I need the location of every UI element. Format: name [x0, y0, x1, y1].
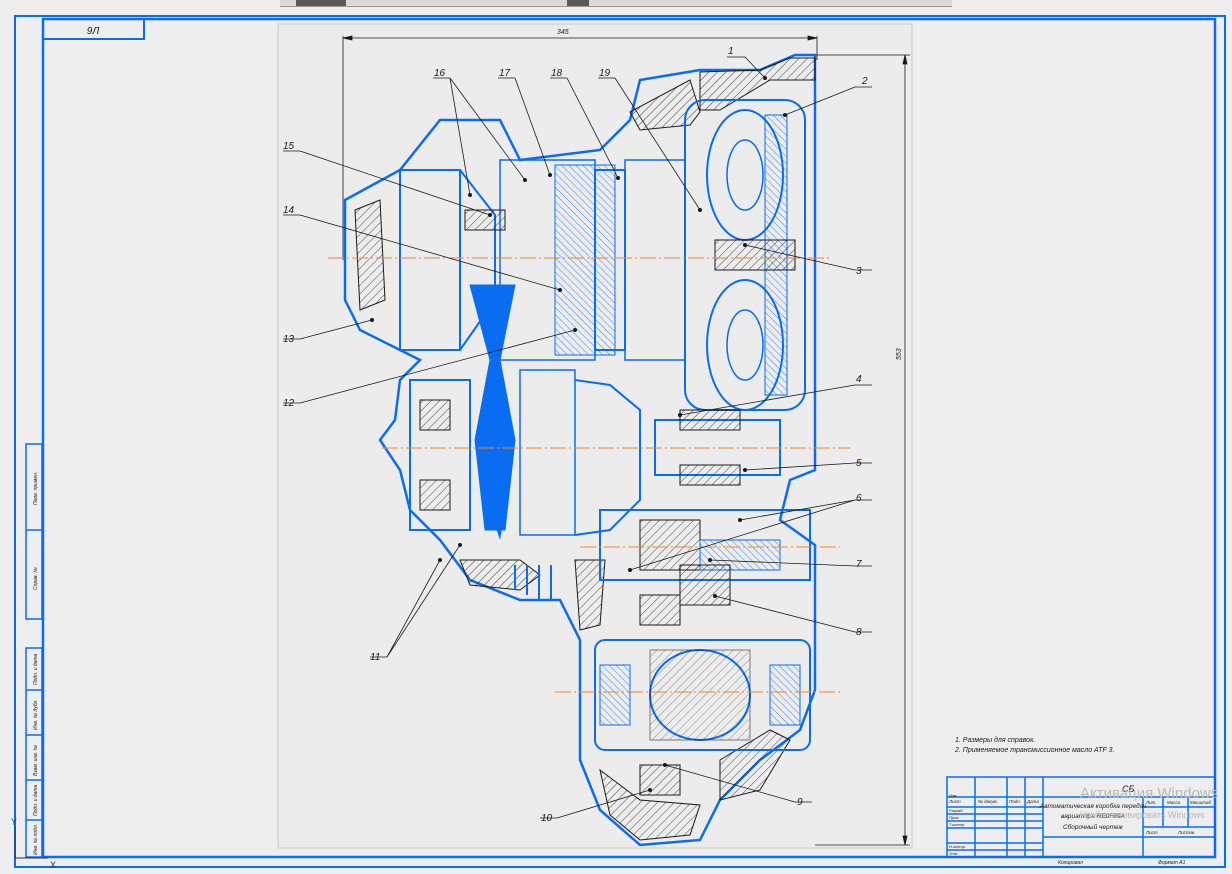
stamp-label-podp-data-1: Подп. и дата	[33, 653, 39, 685]
watermark-line-1: Активация Windows	[1080, 785, 1218, 802]
callout-19: 19	[599, 68, 611, 79]
note-1: 1. Размеры для справок.	[955, 736, 1035, 744]
dimension-width-text: 345	[557, 29, 569, 36]
note-2: 2. Применяемое трансмиссионное масло ATF…	[954, 747, 1114, 754]
callout-10: 10	[541, 813, 553, 824]
stamp-label-podp-data-2: Подп. и дата	[33, 784, 39, 816]
title-line-3: Сборочный чертеж	[1063, 823, 1124, 831]
axis-y-label: Y	[11, 817, 17, 827]
title-line-1: Автоматическая коробка передач	[1039, 802, 1147, 810]
axis-x-label: X	[50, 860, 56, 870]
callout-18: 18	[551, 68, 563, 79]
sheets-label: Листов	[1177, 830, 1195, 835]
watermark-line-2: Чтобы активировать Windows	[1080, 810, 1205, 820]
callout-8: 8	[856, 627, 862, 638]
stamp-label-inv-dubl: Инв. № дубл.	[33, 699, 39, 730]
stamp-label-vzam-inv: Взам. инв. №	[33, 744, 39, 776]
drawing-sheet: 9Л Перв. примен. Справ. № Подп. и дата И…	[11, 15, 1226, 870]
callout-4: 4	[856, 374, 862, 385]
callout-12: 12	[283, 398, 295, 409]
technical-notes: 1. Размеры для справок. 2. Применяемое т…	[954, 736, 1114, 754]
callout-3: 3	[856, 266, 862, 277]
col-list: Лист	[948, 799, 961, 804]
role-utv: Утв.	[949, 851, 958, 856]
copied-label: Копировал	[1058, 860, 1083, 866]
callout-16: 16	[434, 68, 446, 79]
role-razrab: Разраб.	[949, 808, 963, 813]
stamp-label-perv-primen: Перв. примен.	[33, 472, 39, 505]
left-stamp-labels: Перв. примен. Справ. № Подп. и дата Инв.…	[33, 472, 39, 855]
format-label: Формат A1	[1158, 860, 1186, 866]
callout-17: 17	[499, 68, 511, 79]
col-date: Дата	[1026, 799, 1039, 804]
role-izm: Изм.	[949, 793, 958, 798]
callout-6: 6	[856, 493, 862, 504]
col-doc: № докум.	[978, 799, 998, 804]
callout-9: 9	[797, 797, 803, 808]
callout-5: 5	[856, 458, 862, 469]
dimension-height-text: 553	[896, 348, 903, 360]
callout-2: 2	[861, 76, 868, 87]
col-sign: Подп.	[1009, 799, 1021, 804]
sheet-label: Лист	[1145, 830, 1158, 835]
callout-14: 14	[283, 205, 295, 216]
callout-7: 7	[856, 559, 862, 570]
role-prov: Пров.	[949, 815, 960, 820]
callout-11: 11	[370, 652, 380, 663]
role-nkontr: Н.контр.	[949, 844, 966, 849]
role-tkontr: Т.контр.	[949, 822, 965, 827]
callout-13: 13	[283, 334, 295, 345]
callout-15: 15	[283, 141, 295, 152]
format-tag-text: 9Л	[87, 26, 100, 37]
callout-1: 1	[728, 46, 734, 57]
stamp-label-inv-podl: Инв. № подл.	[33, 824, 39, 855]
stamp-label-sprav: Справ. №	[33, 567, 39, 590]
